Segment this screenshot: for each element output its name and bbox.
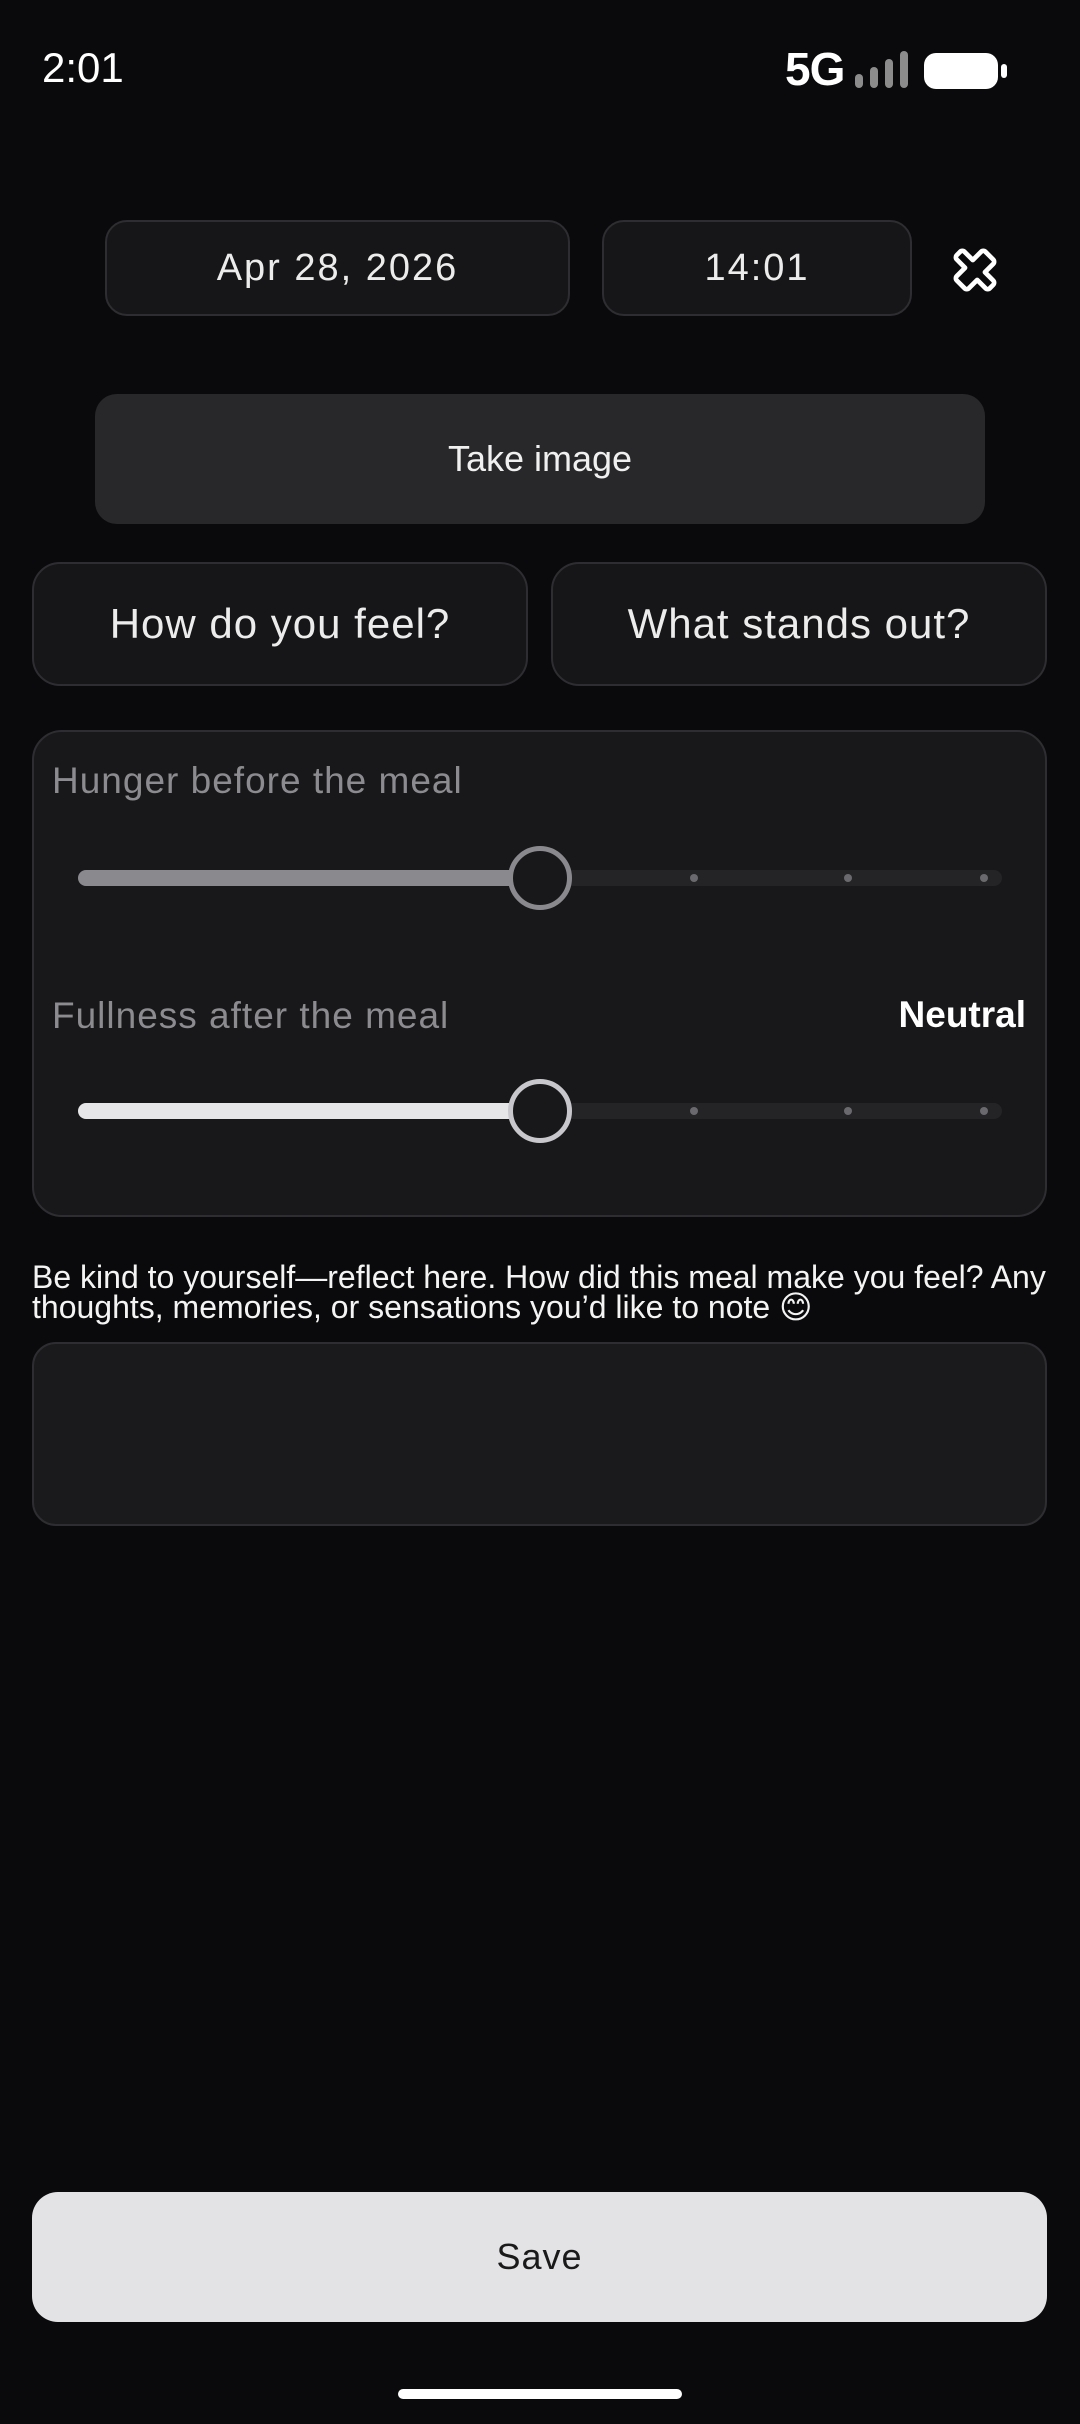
close-icon[interactable] bbox=[945, 240, 1005, 300]
hunger-slider[interactable] bbox=[78, 846, 1002, 910]
fullness-value: Neutral bbox=[898, 994, 1026, 1035]
hunger-label: Hunger before the meal bbox=[52, 760, 463, 801]
how-do-you-feel-button[interactable]: How do you feel? bbox=[32, 562, 528, 686]
signal-bars-icon bbox=[855, 51, 908, 88]
slider-step-tick bbox=[844, 1107, 852, 1115]
slider-thumb[interactable] bbox=[508, 846, 572, 910]
fullness-label: Fullness after the meal bbox=[52, 995, 450, 1036]
network-type: 5G bbox=[785, 43, 845, 95]
slider-step-tick bbox=[844, 874, 852, 882]
slider-thumb[interactable] bbox=[508, 1079, 572, 1143]
status-time: 2:01 bbox=[42, 44, 124, 91]
meal-sliders-card bbox=[32, 730, 1047, 1217]
what-stands-out-button[interactable]: What stands out? bbox=[551, 562, 1047, 686]
battery-icon bbox=[924, 53, 1007, 89]
reflection-prompt: Be kind to yourself—reflect here. How di… bbox=[32, 1259, 1046, 1325]
fullness-slider[interactable] bbox=[78, 1079, 1002, 1143]
home-indicator[interactable] bbox=[398, 2389, 682, 2399]
slider-step-tick bbox=[980, 1107, 988, 1115]
reflection-input[interactable] bbox=[32, 1342, 1047, 1526]
slider-step-tick bbox=[690, 874, 698, 882]
date-picker[interactable]: Apr 28, 2026 bbox=[105, 220, 570, 316]
slider-fill bbox=[78, 870, 540, 886]
slider-fill bbox=[78, 1103, 540, 1119]
slider-step-tick bbox=[980, 874, 988, 882]
slider-step-tick bbox=[690, 1107, 698, 1115]
take-image-button[interactable]: Take image bbox=[95, 394, 985, 524]
time-picker[interactable]: 14:01 bbox=[602, 220, 912, 316]
save-button[interactable]: Save bbox=[32, 2192, 1047, 2322]
